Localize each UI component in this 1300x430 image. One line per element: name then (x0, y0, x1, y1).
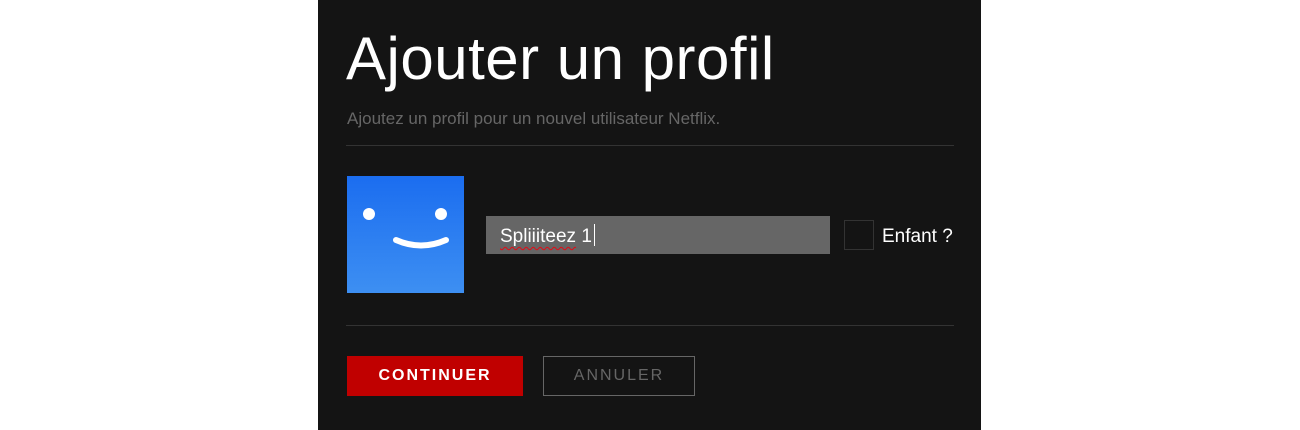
page-subtitle: Ajoutez un profil pour un nouvel utilisa… (347, 109, 721, 128)
page-title: Ajouter un profil (346, 25, 775, 92)
continue-button[interactable]: CONTINUER (347, 356, 523, 396)
cancel-button[interactable]: ANNULER (543, 356, 695, 396)
profile-avatar[interactable] (347, 176, 464, 293)
kid-profile-checkbox[interactable] (844, 220, 874, 250)
smiley-face-icon (363, 208, 449, 249)
divider-top (346, 145, 954, 146)
divider-bottom (346, 325, 954, 326)
add-profile-panel: Ajouter un profil Ajoutez un profil pour… (318, 0, 981, 430)
kid-profile-label[interactable]: Enfant ? (882, 226, 953, 248)
profile-name-input[interactable] (486, 216, 830, 254)
